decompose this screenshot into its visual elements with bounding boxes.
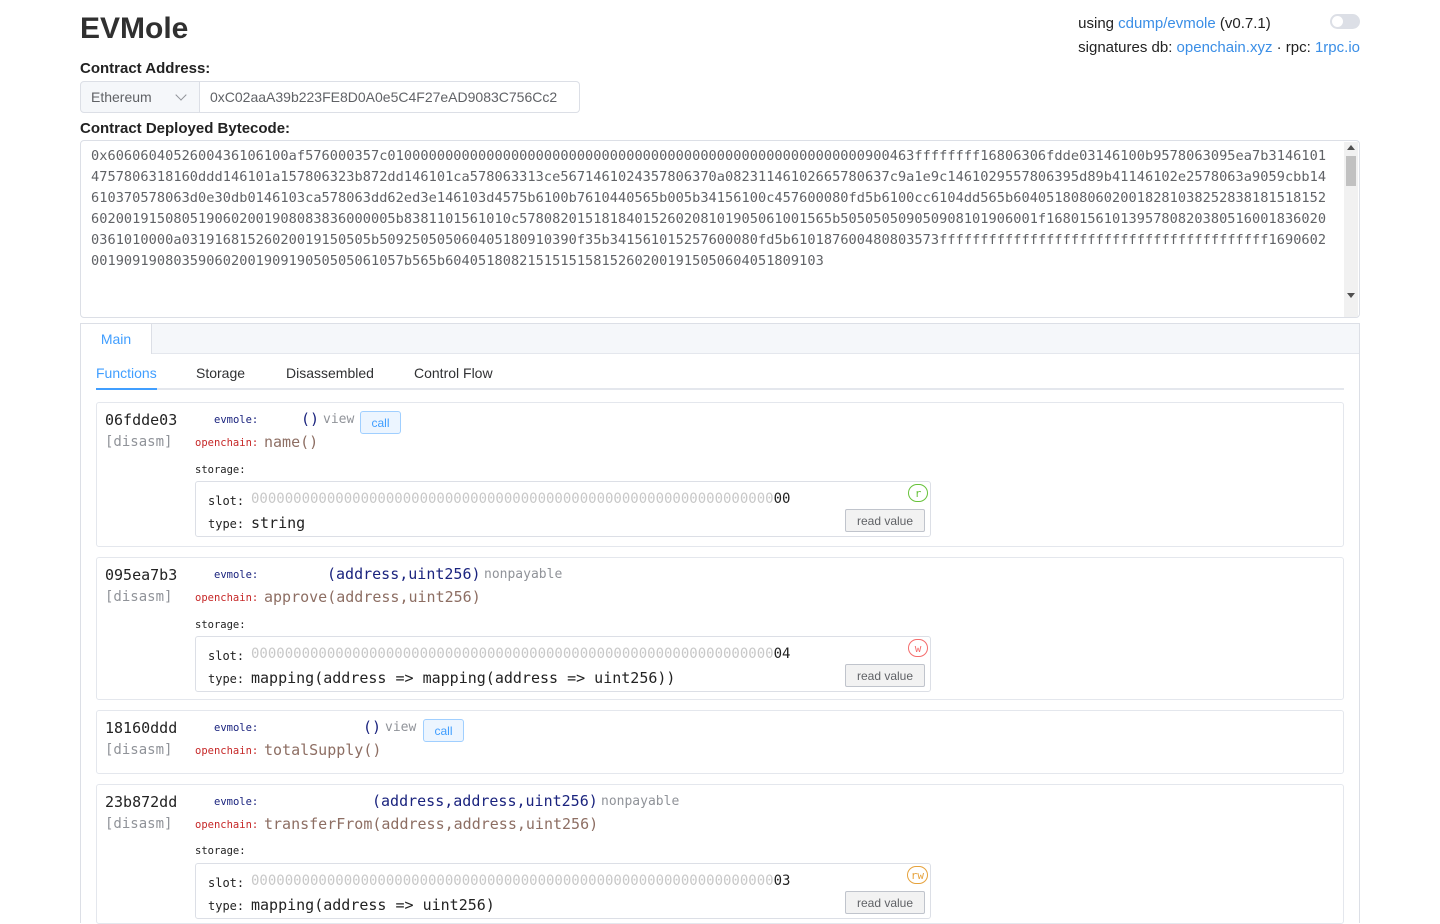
active-tab-indicator bbox=[96, 388, 157, 390]
address-row: Ethereum 0xC02aaA39b223FE8D0A0e5C4F27eAD… bbox=[80, 81, 580, 113]
header-info: using cdump/evmole (v0.7.1) signatures d… bbox=[1078, 12, 1360, 60]
read-value-button[interactable]: read value bbox=[845, 891, 925, 914]
storage-box: slot: 0000000000000000000000000000000000… bbox=[195, 636, 931, 692]
function-selector: 095ea7b3 bbox=[105, 566, 178, 584]
slot-value: 0000000000000000000000000000000000000000… bbox=[251, 491, 791, 507]
function-card: 23b872dd [disasm] evmole: (address,addre… bbox=[96, 784, 1344, 924]
version-text: (v0.7.1) bbox=[1215, 15, 1271, 32]
toggle-knob bbox=[1332, 16, 1343, 27]
app-title: EVMole bbox=[80, 12, 189, 45]
type-value: mapping(address => uint256) bbox=[251, 896, 495, 914]
network-value: Ethereum bbox=[91, 89, 152, 105]
evmole-label: evmole: bbox=[214, 796, 259, 808]
disasm-link[interactable]: [disasm] bbox=[105, 589, 172, 605]
network-select[interactable]: Ethereum bbox=[80, 81, 200, 113]
storage-box: slot: 0000000000000000000000000000000000… bbox=[195, 863, 931, 919]
type-label: type: bbox=[208, 899, 245, 913]
slot-label: slot: bbox=[208, 649, 245, 663]
openchain-label: openchain: bbox=[195, 437, 259, 449]
scroll-down-icon[interactable] bbox=[1347, 293, 1355, 298]
contract-address-label: Contract Address: bbox=[80, 60, 211, 77]
access-badge: rw bbox=[906, 866, 928, 884]
function-selector: 06fdde03 bbox=[105, 411, 178, 429]
evmole-label: evmole: bbox=[214, 414, 259, 426]
function-card: 18160ddd [disasm] evmole: () view call o… bbox=[96, 710, 1344, 774]
function-selector: 18160ddd bbox=[105, 719, 178, 737]
main-panel: Main Functions Storage Disassembled Cont… bbox=[80, 323, 1360, 924]
function-card: 06fdde03 [disasm] evmole: () view call o… bbox=[96, 402, 1344, 547]
read-value-button[interactable]: read value bbox=[845, 664, 925, 687]
rpc-text: · rpc: bbox=[1272, 39, 1315, 56]
function-card: 095ea7b3 [disasm] evmole: (address,uint2… bbox=[96, 557, 1344, 700]
outer-tab-bar: Main bbox=[81, 324, 1359, 354]
tab-control-flow[interactable]: Control Flow bbox=[414, 365, 493, 381]
tab-functions[interactable]: Functions bbox=[96, 365, 157, 381]
slot-label: slot: bbox=[208, 494, 245, 508]
storage-label: storage: bbox=[195, 845, 246, 857]
contract-address-input[interactable]: 0xC02aaA39b223FE8D0A0e5C4F27eAD9083C756C… bbox=[200, 81, 580, 113]
sigdb-link[interactable]: openchain.xyz bbox=[1177, 39, 1273, 56]
openchain-label: openchain: bbox=[195, 745, 259, 757]
bytecode-textarea[interactable]: 0x6060604052600436106100af576000357c0100… bbox=[80, 140, 1360, 318]
type-label: type: bbox=[208, 672, 245, 686]
tab-storage[interactable]: Storage bbox=[196, 365, 245, 381]
type-value: string bbox=[251, 514, 306, 532]
function-args: () bbox=[363, 718, 382, 736]
sigdb-text: signatures db: bbox=[1078, 39, 1177, 56]
function-mutability: view bbox=[323, 412, 355, 427]
theme-toggle[interactable] bbox=[1330, 14, 1360, 29]
slot-label: slot: bbox=[208, 876, 245, 890]
contract-address-value: 0xC02aaA39b223FE8D0A0e5C4F27eAD9083C756C… bbox=[210, 89, 558, 105]
tab-main[interactable]: Main bbox=[81, 324, 152, 354]
sources-line: signatures db: openchain.xyz · rpc: 1rpc… bbox=[1078, 36, 1360, 60]
evmole-label: evmole: bbox=[214, 569, 259, 581]
function-signature: approve(address,uint256) bbox=[264, 588, 481, 606]
disasm-link[interactable]: [disasm] bbox=[105, 816, 172, 832]
function-mutability: view bbox=[385, 720, 417, 735]
call-button[interactable]: call bbox=[360, 411, 401, 434]
function-args: (address,uint256) bbox=[327, 565, 481, 583]
function-selector: 23b872dd bbox=[105, 793, 178, 811]
storage-label: storage: bbox=[195, 464, 246, 476]
function-mutability: nonpayable bbox=[484, 567, 563, 582]
chevron-down-icon bbox=[175, 89, 187, 101]
function-signature: transferFrom(address,address,uint256) bbox=[264, 815, 599, 833]
slot-value: 0000000000000000000000000000000000000000… bbox=[251, 873, 791, 889]
using-text: using bbox=[1078, 15, 1119, 32]
version-line: using cdump/evmole (v0.7.1) bbox=[1078, 12, 1360, 36]
repo-link[interactable]: cdump/evmole bbox=[1118, 15, 1216, 32]
bytecode-label: Contract Deployed Bytecode: bbox=[80, 120, 291, 137]
disasm-link[interactable]: [disasm] bbox=[105, 434, 172, 450]
storage-label: storage: bbox=[195, 619, 246, 631]
inner-tab-bar: Functions Storage Disassembled Control F… bbox=[96, 362, 1344, 390]
function-signature: name() bbox=[264, 433, 319, 451]
scroll-up-icon[interactable] bbox=[1347, 145, 1355, 150]
disasm-link[interactable]: [disasm] bbox=[105, 742, 172, 758]
openchain-label: openchain: bbox=[195, 819, 259, 831]
bytecode-scrollbar[interactable] bbox=[1344, 142, 1358, 317]
function-args: () bbox=[301, 410, 320, 428]
tab-disassembled[interactable]: Disassembled bbox=[286, 365, 374, 381]
type-label: type: bbox=[208, 517, 245, 531]
access-badge: r bbox=[908, 484, 928, 502]
rpc-link[interactable]: 1rpc.io bbox=[1315, 39, 1360, 56]
type-value: mapping(address => mapping(address => ui… bbox=[251, 669, 676, 687]
function-mutability: nonpayable bbox=[601, 794, 680, 809]
read-value-button[interactable]: read value bbox=[845, 509, 925, 532]
access-badge: w bbox=[908, 639, 928, 657]
openchain-label: openchain: bbox=[195, 592, 259, 604]
evmole-label: evmole: bbox=[214, 722, 259, 734]
function-signature: totalSupply() bbox=[264, 741, 382, 759]
slot-value: 0000000000000000000000000000000000000000… bbox=[251, 646, 791, 662]
storage-box: slot: 0000000000000000000000000000000000… bbox=[195, 481, 931, 537]
scroll-thumb[interactable] bbox=[1346, 156, 1356, 186]
function-args: (address,address,uint256) bbox=[372, 792, 598, 810]
call-button[interactable]: call bbox=[423, 719, 464, 742]
